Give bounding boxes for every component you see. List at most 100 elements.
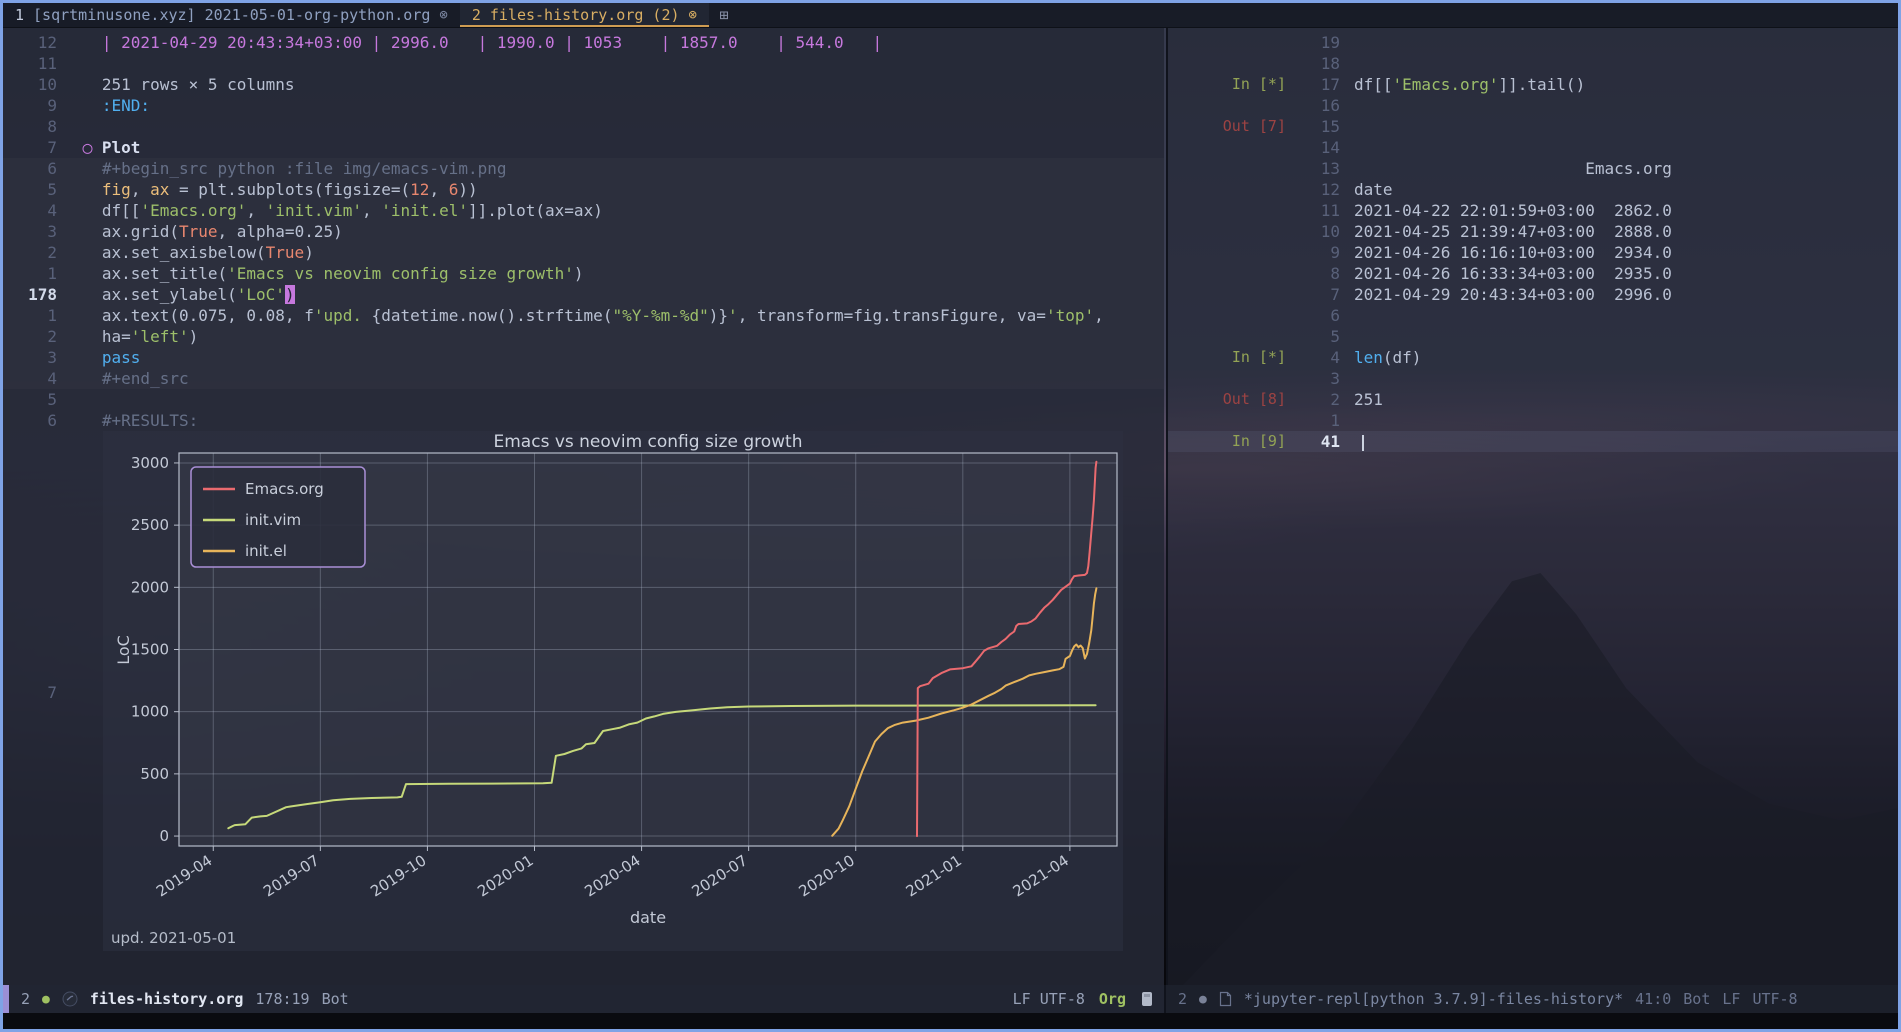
buffer-name[interactable]: *jupyter-repl[python 3.7.9]-files-histor… (1244, 990, 1623, 1008)
repl-line[interactable]: 19 (1168, 32, 1898, 53)
code-span: , (131, 180, 150, 199)
tab-close-icon[interactable]: ⊗ (439, 7, 447, 23)
modeline-right-group: LF UTF-8 Org (1013, 990, 1164, 1008)
encoding-indicator: UTF-8 (1752, 990, 1797, 1008)
code-line[interactable]: 178 ax.set_ylabel('LoC') (3, 284, 1164, 305)
line-number: 3 (3, 221, 73, 242)
repl-line[interactable]: 6 (1168, 305, 1898, 326)
code-span: | 2021-04-29 20:43:34+03:00 | 2996.0 | 1… (73, 33, 882, 52)
repl-line[interactable]: In [9]41 (1168, 431, 1898, 452)
code-line[interactable]: 1 ax.text(0.075, 0.08, f'upd. {datetime.… (3, 305, 1164, 326)
repl-line[interactable]: 92021-04-26 16:16:10+03:00 2934.0 (1168, 242, 1898, 263)
code-line[interactable]: 1 ax.set_title('Emacs vs neovim config s… (3, 263, 1164, 284)
code-span: ax.set_title( (73, 264, 227, 283)
repl-line[interactable]: 16 (1168, 95, 1898, 116)
encoding-indicator: LF UTF-8 (1013, 990, 1085, 1008)
code-span: ax.text(0.075, 0.08, f (73, 306, 314, 325)
echo-area[interactable] (3, 1013, 1898, 1032)
line-text: :END: (73, 95, 150, 116)
line-number: 7 (3, 431, 73, 953)
code-line[interactable]: 4 #+end_src (3, 368, 1164, 389)
repl-line[interactable]: Out [8]2251 (1168, 389, 1898, 410)
repl-in-prompt: In [*] (1168, 347, 1296, 368)
code-line[interactable]: 3 ax.grid(True, alpha=0.25) (3, 221, 1164, 242)
line-number: 19 (1296, 32, 1354, 53)
code-span: 2021-04-25 21:39:47+03:00 2888.0 (1354, 222, 1672, 241)
code-line[interactable]: 7 ◯ Plot (3, 137, 1164, 158)
svg-text:LoC: LoC (114, 635, 133, 665)
code-span: 'LoC' (237, 285, 285, 304)
repl-line[interactable]: In [*]17df[['Emacs.org']].tail() (1168, 74, 1898, 95)
repl-line[interactable]: 5 (1168, 326, 1898, 347)
code-line[interactable]: 2 ax.set_axisbelow(True) (3, 242, 1164, 263)
inline-image-line[interactable]: 72019-042019-072019-102020-012020-042020… (3, 431, 1164, 953)
line-text: df[['Emacs.org', 'init.vim', 'init.el']]… (73, 200, 603, 221)
repl-line[interactable]: 18 (1168, 53, 1898, 74)
code-span: 'upd. (314, 306, 372, 325)
line-number: 41 (1296, 431, 1354, 452)
svg-text:3000: 3000 (131, 454, 169, 472)
main-area: 12 | 2021-04-29 20:43:34+03:00 | 2996.0 … (3, 28, 1898, 985)
text-cursor: ) (285, 285, 295, 304)
repl-line[interactable]: 3 (1168, 368, 1898, 389)
line-text: #+RESULTS: (73, 410, 198, 431)
code-span: 2021-04-26 16:16:10+03:00 2934.0 (1354, 243, 1672, 262)
repl-line[interactable]: 82021-04-26 16:33:34+03:00 2935.0 (1168, 263, 1898, 284)
code-span: )) (458, 180, 477, 199)
code-line[interactable]: 6 #+RESULTS: (3, 410, 1164, 431)
code-span: ) (189, 327, 199, 346)
code-line[interactable]: 8 (3, 116, 1164, 137)
repl-line[interactable]: Out [7]15 (1168, 116, 1898, 137)
repl-margin (1168, 95, 1296, 116)
text-cursor (1362, 435, 1364, 451)
line-number: 5 (3, 179, 73, 200)
repl-margin (1168, 200, 1296, 221)
line-number: 10 (3, 74, 73, 95)
code-span: True (179, 222, 218, 241)
line-number: 11 (3, 53, 73, 74)
tab-close-icon[interactable]: ⊗ (689, 7, 697, 23)
repl-line[interactable]: 14 (1168, 137, 1898, 158)
repl-line[interactable]: 13 Emacs.org (1168, 158, 1898, 179)
repl-line[interactable]: 12date (1168, 179, 1898, 200)
code-span: df[[ (1354, 75, 1393, 94)
code-span: "%Y-%m-%d" (612, 306, 708, 325)
code-span: #+begin_src python :file img/emacs-vim.p… (73, 159, 506, 178)
line-number: 9 (3, 95, 73, 116)
line-number: 6 (3, 410, 73, 431)
major-mode[interactable]: Org (1099, 990, 1126, 1008)
repl-line[interactable]: 1 (1168, 410, 1898, 431)
code-span: 12 (410, 180, 429, 199)
code-line[interactable]: 5 (3, 389, 1164, 410)
org-buffer-window[interactable]: 12 | 2021-04-29 20:43:34+03:00 | 2996.0 … (3, 28, 1164, 985)
buffer-name[interactable]: files-history.org (90, 990, 244, 1008)
code-span (73, 348, 102, 367)
repl-margin (1168, 284, 1296, 305)
svg-text:Emacs.org: Emacs.org (245, 480, 324, 498)
code-line[interactable]: 6 #+begin_src python :file img/emacs-vim… (3, 158, 1164, 179)
repl-line[interactable]: In [*]4len(df) (1168, 347, 1898, 368)
repl-margin (1168, 242, 1296, 263)
code-line[interactable]: 3 pass (3, 347, 1164, 368)
code-span: 'Emacs vs neovim config size growth' (227, 264, 574, 283)
code-line[interactable]: 12 | 2021-04-29 20:43:34+03:00 | 2996.0 … (3, 32, 1164, 53)
tab-org-python[interactable]: 1 [sqrtminusone.xyz] 2021-05-01-org-pyth… (3, 3, 460, 27)
new-tab-button[interactable]: ⊞ (709, 3, 739, 27)
code-line[interactable]: 4 df[['Emacs.org', 'init.vim', 'init.el'… (3, 200, 1164, 221)
repl-out-prompt: Out [7] (1168, 116, 1296, 137)
repl-line[interactable]: 112021-04-22 22:01:59+03:00 2862.0 (1168, 200, 1898, 221)
code-line[interactable]: 10 251 rows × 5 columns (3, 74, 1164, 95)
jupyter-repl-window[interactable]: 1918In [*]17df[['Emacs.org']].tail()16Ou… (1166, 28, 1898, 985)
code-line[interactable]: 2 ha='left') (3, 326, 1164, 347)
line-number: 7 (3, 137, 73, 158)
code-line[interactable]: 5 fig, ax = plt.subplots(figsize=(12, 6)… (3, 179, 1164, 200)
line-number: 1 (3, 305, 73, 326)
repl-line[interactable]: 72021-04-29 20:43:34+03:00 2996.0 (1168, 284, 1898, 305)
line-number: 10 (1296, 221, 1354, 242)
tab-files-history[interactable]: 2 files-history.org (2) ⊗ (460, 3, 709, 27)
code-line[interactable]: 9 :END: (3, 95, 1164, 116)
code-line[interactable]: 11 (3, 53, 1164, 74)
code-span: ax.set_axisbelow( (73, 243, 266, 262)
repl-line[interactable]: 102021-04-25 21:39:47+03:00 2888.0 (1168, 221, 1898, 242)
cursor-position: 178:19 (255, 990, 309, 1008)
